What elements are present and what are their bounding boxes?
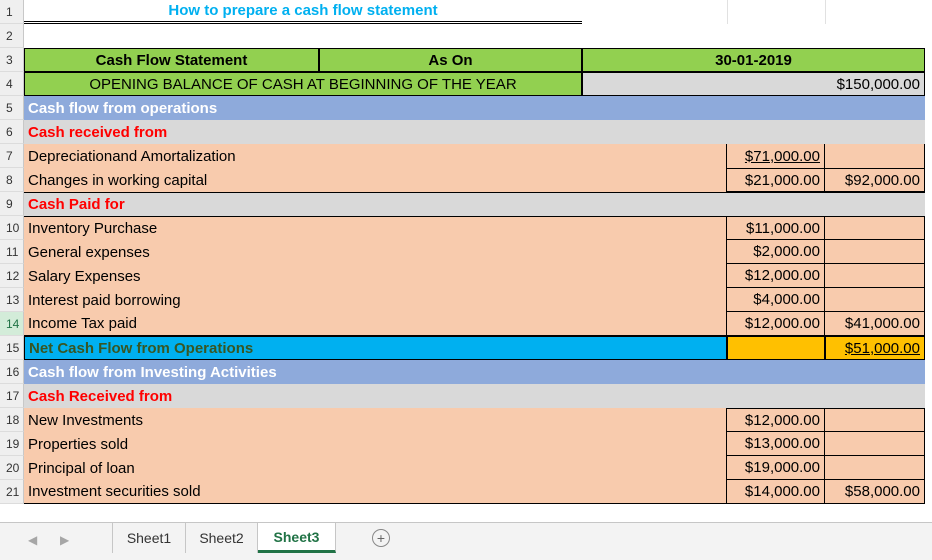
line-item-label[interactable]: New Investments	[24, 408, 727, 432]
line-item-label[interactable]: Depreciationand Amortalization	[24, 144, 727, 168]
net-operations-value[interactable]: $51,000.00	[825, 336, 925, 360]
row-header-21[interactable]: 21	[0, 480, 24, 504]
line-item-label[interactable]: Principal of loan	[24, 456, 727, 480]
scroll-left-icon[interactable]: ◀	[28, 533, 37, 547]
opening-balance-label[interactable]: OPENING BALANCE OF CASH AT BEGINNING OF …	[24, 72, 582, 96]
row-header-4[interactable]: 4	[0, 72, 24, 96]
row-7: 7 Depreciationand Amortalization $71,000…	[0, 144, 932, 168]
line-item-amount[interactable]: $4,000.00	[727, 288, 825, 312]
row-header-18[interactable]: 18	[0, 408, 24, 432]
row-header-10[interactable]: 10	[0, 216, 24, 240]
investing-received-label[interactable]: Cash Received from	[24, 384, 925, 408]
row-4: 4 OPENING BALANCE OF CASH AT BEGINNING O…	[0, 72, 932, 96]
row-16: 16 Cash flow from Investing Activities	[0, 360, 932, 384]
line-item-label[interactable]: Changes in working capital	[24, 168, 727, 192]
row-header-12[interactable]: 12	[0, 264, 24, 288]
row-header-2[interactable]: 2	[0, 24, 24, 48]
line-item-label[interactable]: Properties sold	[24, 432, 727, 456]
tab-sheet1[interactable]: Sheet1	[112, 523, 186, 553]
line-item-total[interactable]	[825, 216, 925, 240]
line-item-total[interactable]	[825, 432, 925, 456]
row-1: 1 How to prepare a cash flow statement	[0, 0, 932, 24]
row-header-9[interactable]: 9	[0, 192, 24, 216]
line-item-label[interactable]: General expenses	[24, 240, 727, 264]
line-item-total[interactable]	[825, 264, 925, 288]
line-item-total[interactable]	[825, 288, 925, 312]
tab-sheet3[interactable]: Sheet3	[258, 523, 336, 553]
row-header-3[interactable]: 3	[0, 48, 24, 72]
row-18: 18 New Investments $12,000.00	[0, 408, 932, 432]
row-header-5[interactable]: 5	[0, 96, 24, 120]
header-date[interactable]: 30-01-2019	[582, 48, 925, 72]
header-as-on[interactable]: As On	[319, 48, 582, 72]
row-header-19[interactable]: 19	[0, 432, 24, 456]
row-header-1[interactable]: 1	[0, 0, 24, 24]
line-item-amount[interactable]: $19,000.00	[727, 456, 825, 480]
operations-paid-label[interactable]: Cash Paid for	[24, 192, 925, 216]
line-item-amount[interactable]: $71,000.00	[727, 144, 825, 168]
row-header-14[interactable]: 14	[0, 312, 24, 336]
row-5: 5 Cash flow from operations	[0, 96, 932, 120]
row-20: 20 Principal of loan $19,000.00	[0, 456, 932, 480]
line-item-total[interactable]	[825, 456, 925, 480]
row-19: 19 Properties sold $13,000.00	[0, 432, 932, 456]
line-item-amount[interactable]: $12,000.00	[727, 312, 825, 336]
row-12: 12 Salary Expenses $12,000.00	[0, 264, 932, 288]
line-item-amount[interactable]: $13,000.00	[727, 432, 825, 456]
opening-balance-value[interactable]: $150,000.00	[582, 72, 925, 96]
row-15: 15 Net Cash Flow from Operations $51,000…	[0, 336, 932, 360]
line-item-amount[interactable]: $11,000.00	[727, 216, 825, 240]
section-investing[interactable]: Cash flow from Investing Activities	[24, 360, 925, 384]
line-item-label[interactable]: Income Tax paid	[24, 312, 727, 336]
row-header-8[interactable]: 8	[0, 168, 24, 192]
sheet-title[interactable]: How to prepare a cash flow statement	[24, 0, 582, 24]
row-2: 2	[0, 24, 932, 48]
line-item-amount[interactable]: $12,000.00	[727, 408, 825, 432]
row-header-16[interactable]: 16	[0, 360, 24, 384]
header-cash-flow-statement[interactable]: Cash Flow Statement	[24, 48, 319, 72]
line-item-total[interactable]: $41,000.00	[825, 312, 925, 336]
row-13: 13 Interest paid borrowing $4,000.00	[0, 288, 932, 312]
row-8: 8 Changes in working capital $21,000.00 …	[0, 168, 932, 192]
row-14: 14 Income Tax paid $12,000.00 $41,000.00	[0, 312, 932, 336]
row-header-11[interactable]: 11	[0, 240, 24, 264]
scroll-right-icon[interactable]: ▶	[60, 533, 69, 547]
line-item-label[interactable]: Inventory Purchase	[24, 216, 727, 240]
row-9: 9 Cash Paid for	[0, 192, 932, 216]
row-header-7[interactable]: 7	[0, 144, 24, 168]
line-item-total[interactable]	[825, 240, 925, 264]
add-sheet-icon[interactable]: +	[372, 529, 390, 547]
line-item-total[interactable]	[825, 408, 925, 432]
row-header-13[interactable]: 13	[0, 288, 24, 312]
line-item-amount[interactable]: $14,000.00	[727, 480, 825, 504]
line-item-label[interactable]: Interest paid borrowing	[24, 288, 727, 312]
net-operations-blank[interactable]	[727, 336, 825, 360]
row-11: 11 General expenses $2,000.00	[0, 240, 932, 264]
row-10: 10 Inventory Purchase $11,000.00	[0, 216, 932, 240]
line-item-label[interactable]: Salary Expenses	[24, 264, 727, 288]
line-item-total[interactable]: $58,000.00	[825, 480, 925, 504]
line-item-amount[interactable]: $2,000.00	[727, 240, 825, 264]
line-item-label[interactable]: Investment securities sold	[24, 480, 727, 504]
operations-received-label[interactable]: Cash received from	[24, 120, 925, 144]
row-header-15[interactable]: 15	[0, 336, 24, 360]
line-item-total[interactable]	[825, 144, 925, 168]
line-item-total[interactable]: $92,000.00	[825, 168, 925, 192]
row-6: 6 Cash received from	[0, 120, 932, 144]
row-header-6[interactable]: 6	[0, 120, 24, 144]
row-21: 21 Investment securities sold $14,000.00…	[0, 480, 932, 504]
line-item-amount[interactable]: $21,000.00	[727, 168, 825, 192]
sheet-tab-bar: ◀ ▶ Sheet1 Sheet2 Sheet3 +	[0, 522, 932, 560]
section-operations[interactable]: Cash flow from operations	[24, 96, 925, 120]
spreadsheet-grid[interactable]: 1 How to prepare a cash flow statement 2…	[0, 0, 932, 522]
row-17: 17 Cash Received from	[0, 384, 932, 408]
line-item-amount[interactable]: $12,000.00	[727, 264, 825, 288]
row-header-17[interactable]: 17	[0, 384, 24, 408]
net-operations-label[interactable]: Net Cash Flow from Operations	[24, 336, 727, 360]
tab-sheet2[interactable]: Sheet2	[186, 523, 258, 553]
row-3: 3 Cash Flow Statement As On 30-01-2019	[0, 48, 932, 72]
row-header-20[interactable]: 20	[0, 456, 24, 480]
